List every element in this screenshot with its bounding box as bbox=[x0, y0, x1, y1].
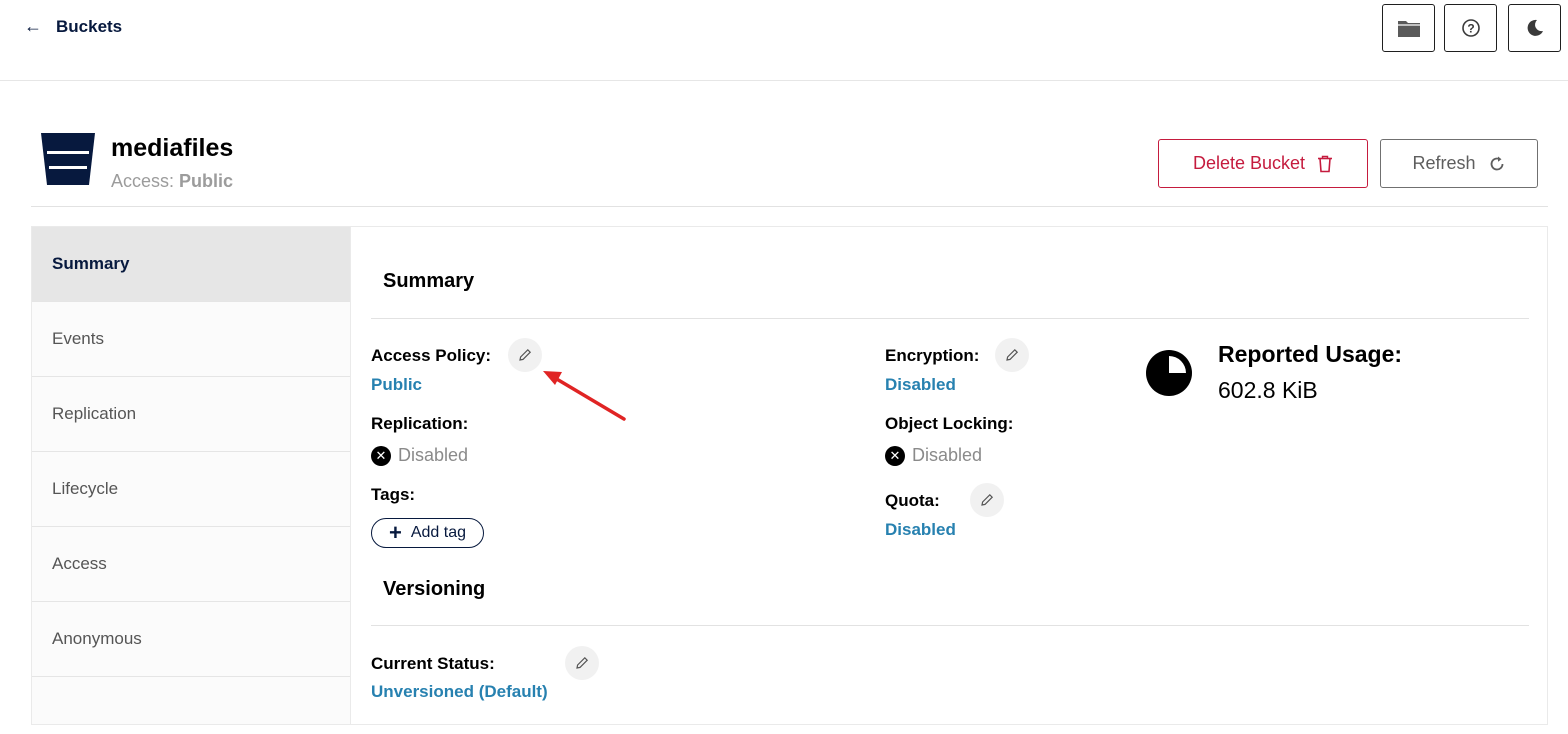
refresh-label: Refresh bbox=[1412, 153, 1476, 173]
object-locking-label: Object Locking: bbox=[885, 414, 1014, 433]
dark-mode-button[interactable] bbox=[1508, 4, 1561, 52]
refresh-icon bbox=[1490, 156, 1503, 170]
header-divider bbox=[31, 206, 1548, 207]
back-arrow-icon: ← bbox=[24, 16, 42, 36]
pencil-icon bbox=[981, 493, 994, 506]
sidebar: Summary Events Replication Lifecycle Acc… bbox=[32, 227, 351, 724]
svg-text:?: ? bbox=[1467, 22, 1474, 36]
help-icon: ? bbox=[1461, 19, 1480, 37]
trash-icon bbox=[1318, 155, 1333, 172]
versioning-divider bbox=[371, 625, 1529, 626]
disabled-x-icon: ✕ bbox=[885, 445, 905, 466]
bucket-name: mediafiles bbox=[111, 134, 234, 162]
sidebar-item-access[interactable]: Access bbox=[32, 527, 350, 602]
sidebar-item-summary[interactable]: Summary bbox=[32, 227, 350, 302]
quota-label: Quota: bbox=[885, 491, 940, 510]
back-to-buckets-link[interactable]: ← Buckets bbox=[24, 16, 122, 37]
access-policy-value[interactable]: Public bbox=[371, 375, 422, 395]
current-status-value[interactable]: Unversioned (Default) bbox=[371, 682, 548, 702]
add-tag-button[interactable]: + Add tag bbox=[371, 518, 484, 548]
encryption-value[interactable]: Disabled bbox=[885, 375, 956, 395]
folder-button[interactable] bbox=[1382, 4, 1435, 52]
plus-icon: + bbox=[388, 520, 402, 545]
top-bar: ← Buckets ? bbox=[0, 0, 1568, 81]
quota-value[interactable]: Disabled bbox=[885, 520, 956, 540]
bucket-panel: Summary Events Replication Lifecycle Acc… bbox=[31, 226, 1548, 725]
back-label: Buckets bbox=[56, 16, 123, 36]
sidebar-item-anonymous[interactable]: Anonymous bbox=[32, 602, 350, 677]
delete-bucket-label: Delete Bucket bbox=[1192, 153, 1306, 173]
tags-label: Tags: bbox=[371, 485, 416, 504]
summary-title: Summary bbox=[383, 270, 475, 292]
object-locking-status: ✕ Disabled bbox=[885, 445, 982, 466]
folder-icon bbox=[1397, 21, 1420, 37]
usage-pie-icon bbox=[1146, 350, 1192, 396]
edit-quota-button[interactable] bbox=[970, 483, 1004, 517]
delete-bucket-button[interactable]: Delete Bucket bbox=[1158, 139, 1368, 188]
bucket-access: Access: Public bbox=[111, 171, 233, 192]
refresh-button[interactable]: Refresh bbox=[1380, 139, 1538, 188]
pencil-icon bbox=[519, 348, 532, 361]
replication-status: ✕ Disabled bbox=[371, 445, 468, 466]
help-button[interactable]: ? bbox=[1444, 4, 1497, 52]
summary-divider bbox=[371, 318, 1529, 319]
bucket-icon bbox=[41, 133, 95, 185]
reported-usage-value: 602.8 KiB bbox=[1218, 377, 1318, 403]
edit-versioning-button[interactable] bbox=[565, 646, 599, 680]
dark-mode-icon bbox=[1527, 19, 1543, 36]
current-status-label: Current Status: bbox=[371, 654, 495, 673]
replication-value: Disabled bbox=[398, 445, 469, 465]
pencil-icon bbox=[1006, 348, 1019, 361]
bucket-access-value: Public bbox=[179, 171, 234, 191]
disabled-x-icon: ✕ bbox=[371, 445, 391, 466]
sidebar-item-events[interactable]: Events bbox=[32, 302, 350, 377]
summary-content: Summary Access Policy: Public Replicatio… bbox=[352, 227, 1548, 724]
sidebar-item-lifecycle[interactable]: Lifecycle bbox=[32, 452, 350, 527]
versioning-title: Versioning bbox=[383, 578, 486, 600]
access-policy-label: Access Policy: bbox=[371, 346, 492, 365]
replication-label: Replication: bbox=[371, 414, 469, 433]
object-locking-value: Disabled bbox=[912, 445, 983, 465]
pencil-icon bbox=[576, 656, 589, 669]
reported-usage-label: Reported Usage: bbox=[1218, 341, 1403, 367]
edit-encryption-button[interactable] bbox=[995, 338, 1029, 372]
edit-access-policy-button[interactable] bbox=[508, 338, 542, 372]
add-tag-label: Add tag bbox=[410, 524, 466, 541]
bucket-access-label: Access: bbox=[111, 171, 175, 191]
encryption-label: Encryption: bbox=[885, 346, 980, 365]
sidebar-item-replication[interactable]: Replication bbox=[32, 377, 350, 452]
